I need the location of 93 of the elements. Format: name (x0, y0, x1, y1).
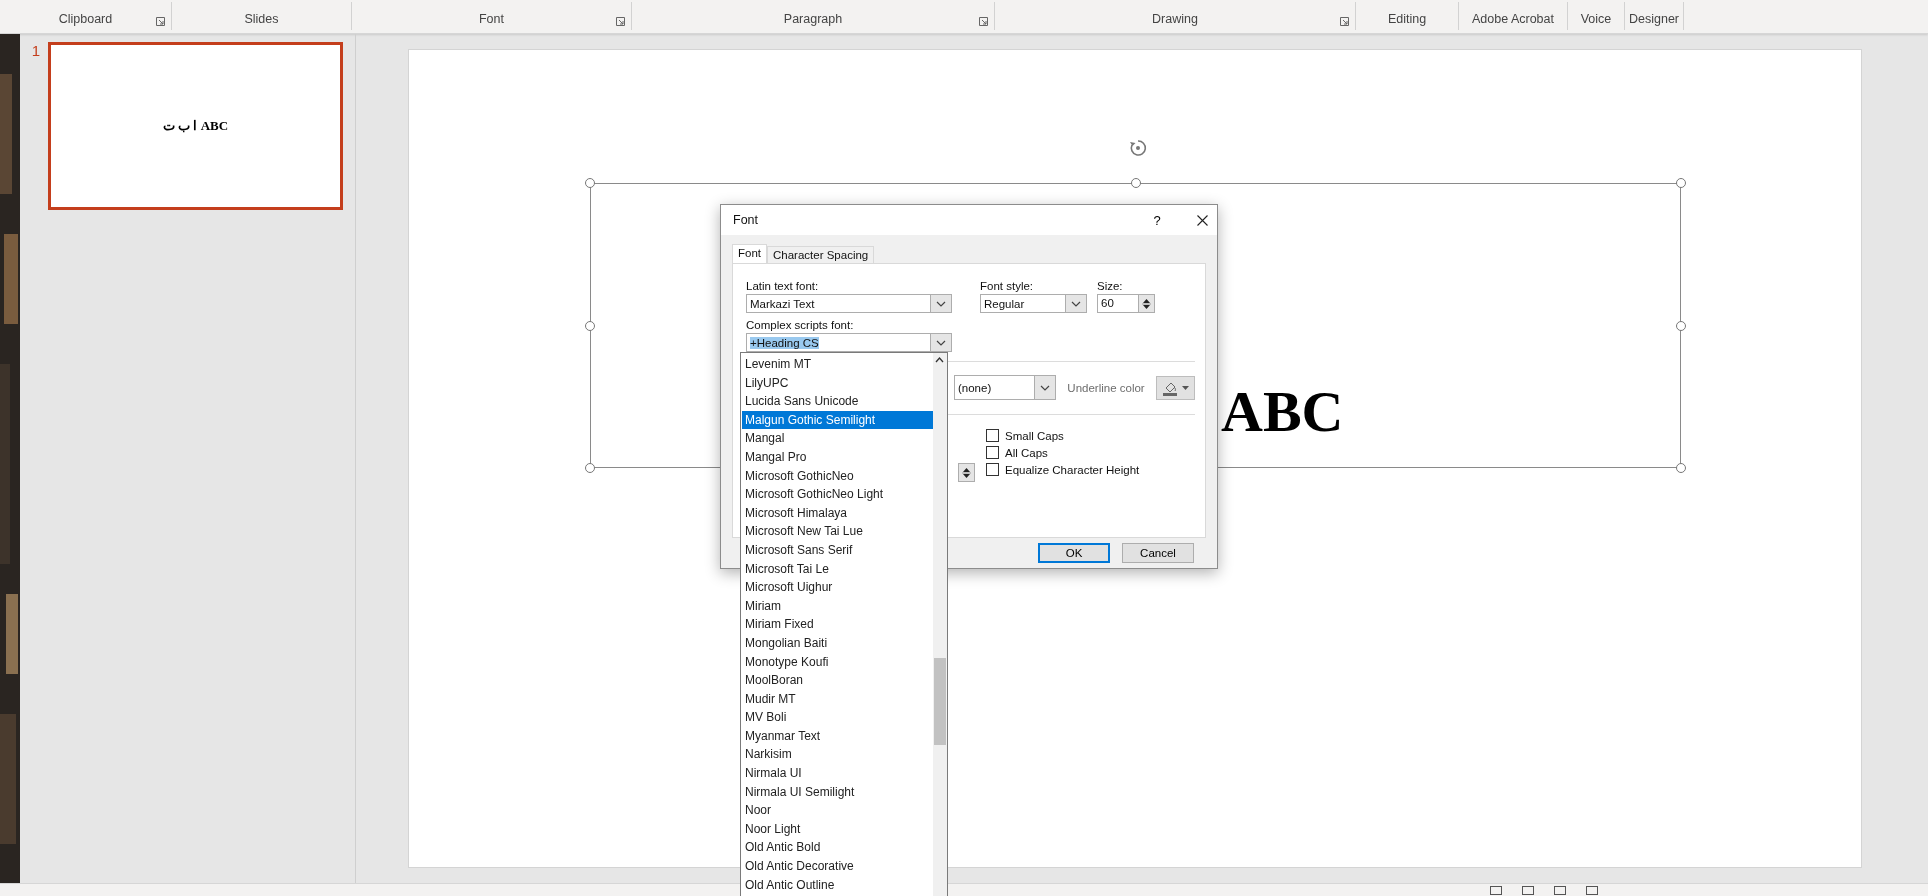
chevron-down-icon (1071, 300, 1081, 307)
spinner-button[interactable] (958, 463, 975, 482)
font-option[interactable]: Mangal (742, 429, 933, 448)
checkbox[interactable] (986, 446, 999, 459)
dialog-tab[interactable]: Character Spacing (767, 246, 875, 263)
font-option[interactable]: Narkisim (742, 745, 933, 765)
dialog-tab[interactable]: Font (732, 244, 767, 263)
chevron-down-icon (1040, 384, 1051, 391)
slide-text: ABC (1221, 383, 1344, 441)
font-option[interactable]: Mangal Pro (742, 447, 933, 467)
resize-handle[interactable] (1676, 463, 1686, 473)
resize-handle[interactable] (1676, 178, 1686, 188)
scrollbar[interactable] (933, 353, 947, 896)
font-option[interactable]: MV Boli (742, 708, 933, 727)
font-option[interactable]: Old Antic Bold (742, 838, 933, 858)
ribbon-group-label: Slides (244, 12, 279, 26)
font-option[interactable]: Microsoft Himalaya (742, 503, 933, 523)
resize-handle[interactable] (1130, 178, 1141, 188)
ribbon-group-label: Adobe Acrobat (1472, 12, 1554, 26)
scroll-thumb[interactable] (934, 658, 946, 745)
font-option[interactable]: Noor Light (742, 819, 933, 839)
field-label: Latin text font: (746, 279, 820, 294)
field-label: Font style: (980, 279, 1035, 294)
font-option[interactable]: Microsoft GothicNeo Light (742, 485, 933, 504)
ribbon-group-label: Designer (1629, 12, 1679, 26)
help-button[interactable]: ? (1147, 212, 1167, 228)
ribbon-group-label: Editing (1387, 12, 1427, 26)
font-option[interactable]: Malgun Gothic Semilight (742, 410, 933, 430)
font-option[interactable]: Microsoft Uighur (742, 578, 933, 597)
dialog-launcher-icon[interactable] (979, 17, 988, 26)
field-label: Complex scripts font: (746, 318, 855, 333)
scroll-up-icon[interactable] (935, 357, 944, 363)
font-option[interactable]: Miriam Fixed (742, 615, 933, 634)
font-option[interactable]: Nirmala UI (742, 764, 933, 783)
font-option[interactable]: Miriam (742, 596, 933, 616)
spin-arrows-icon (962, 465, 971, 480)
font-option[interactable]: Levenim MT (742, 355, 933, 374)
font-option[interactable]: Microsoft Tai Le (742, 559, 933, 579)
dialog-launcher-icon[interactable] (1340, 17, 1349, 26)
checkbox-label: Equalize Character Height (1005, 463, 1140, 476)
resize-handle[interactable] (1676, 320, 1686, 331)
resize-handle[interactable] (585, 463, 595, 473)
font-option[interactable]: Monotype Koufi (742, 652, 933, 672)
dialog-launcher-icon[interactable] (616, 17, 625, 26)
dialog-button[interactable]: OK (1038, 543, 1110, 563)
caret-icon (1181, 385, 1189, 390)
view-icon[interactable] (1490, 885, 1502, 895)
checkbox[interactable] (986, 429, 999, 442)
slide-thumbnail[interactable]: ا ب ت ABC (48, 42, 343, 210)
ribbon-group-label: Clipboard (58, 12, 113, 26)
field-label: Underline color (1067, 381, 1145, 394)
view-icon[interactable] (1554, 885, 1566, 895)
font-option[interactable]: Nirmala UI Semilight (742, 782, 933, 802)
underline-style-dropdown[interactable]: (none) (954, 375, 1057, 400)
resize-handle[interactable] (585, 320, 595, 331)
font-option[interactable]: Lucida Sans Unicode (742, 392, 933, 411)
latin-font-dropdown[interactable]: Markazi Text (746, 294, 952, 313)
font-option[interactable]: Noor (742, 801, 933, 820)
chevron-down-icon (936, 339, 946, 346)
dialog-launcher-icon[interactable] (156, 17, 165, 26)
checkbox-label: All Caps (1005, 446, 1048, 459)
font-option[interactable]: Mudir MT (742, 689, 933, 709)
checkbox[interactable] (986, 463, 999, 476)
rotate-handle-icon[interactable] (1129, 139, 1147, 157)
font-style-dropdown[interactable]: Regular (980, 294, 1087, 313)
ribbon-group-label: Drawing (1152, 12, 1198, 26)
resize-handle[interactable] (585, 178, 595, 188)
font-option[interactable]: LilyUPC (742, 373, 933, 393)
font-option[interactable]: Mongolian Baiti (742, 633, 933, 653)
view-icon[interactable] (1586, 885, 1598, 895)
close-icon[interactable] (1196, 214, 1208, 226)
ribbon-group-label: Font (479, 12, 504, 26)
font-option[interactable]: MoolBoran (742, 671, 933, 690)
font-option[interactable]: Microsoft GothicNeo (742, 466, 933, 486)
font-option[interactable]: Old Antic Outline (742, 875, 933, 895)
dialog-button[interactable]: Cancel (1122, 543, 1194, 563)
font-option[interactable]: Myanmar Text (742, 726, 933, 746)
underline-color-button[interactable] (1155, 375, 1195, 400)
dialog-title: Font (733, 213, 759, 227)
ribbon-group-label: Voice (1580, 12, 1612, 26)
font-option[interactable]: Microsoft Sans Serif (742, 540, 933, 560)
thumbnail-text: ا ب ت ABC (162, 118, 229, 134)
size-spinner[interactable]: 60 (1097, 294, 1155, 313)
slide-number: 1 (30, 42, 40, 61)
font-option[interactable]: Old Antic Decorative (742, 857, 933, 876)
spin-arrows-icon (1142, 296, 1151, 311)
font-option[interactable]: Microsoft New Tai Lue (742, 522, 933, 541)
ribbon-group-label: Paragraph (783, 12, 843, 26)
view-icon[interactable] (1522, 885, 1534, 895)
checkbox-label: Small Caps (1005, 429, 1064, 442)
chevron-down-icon (936, 300, 946, 307)
complex-font-dropdown[interactable]: +Heading CS (746, 333, 952, 352)
field-label: Size: (1097, 279, 1124, 294)
